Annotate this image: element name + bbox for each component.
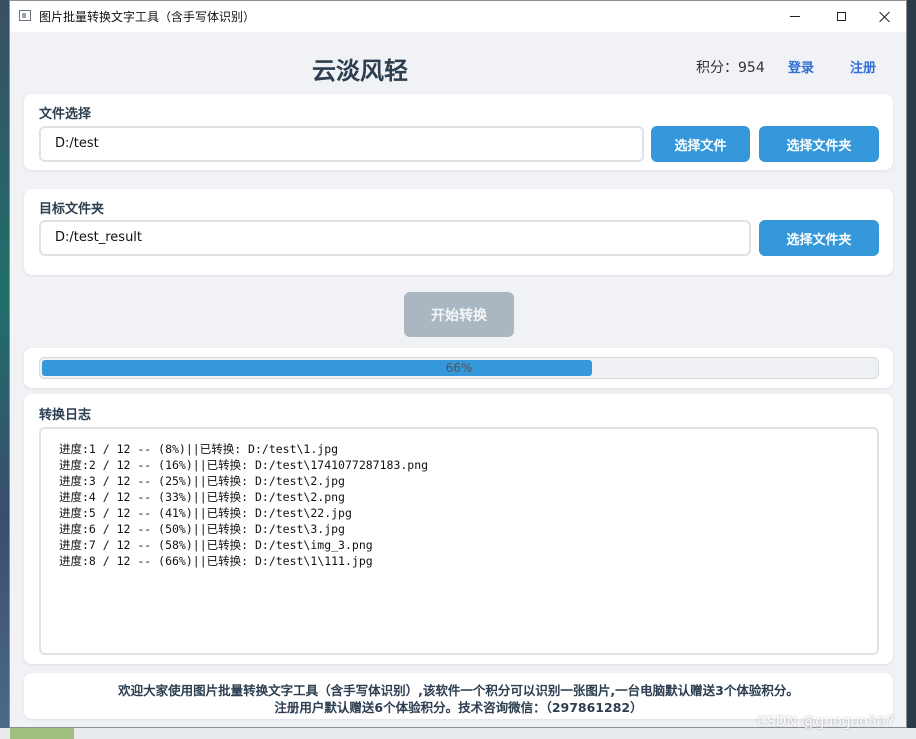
log-card: 转换日志 进度:1 / 12 -- (8%)||已转换: D:/test\1.j…	[24, 394, 893, 664]
register-button[interactable]: 注册	[850, 57, 876, 76]
maximize-icon	[836, 12, 846, 21]
close-icon	[879, 11, 891, 23]
file-select-card: 文件选择 D:/test 选择文件 选择文件夹	[24, 94, 893, 170]
login-button[interactable]: 登录	[788, 57, 814, 76]
log-line: 进度:4 / 12 -- (33%)||已转换: D:/test\2.png	[59, 490, 345, 504]
target-folder-card: 目标文件夹 D:/test_result 选择文件夹	[24, 189, 893, 275]
file-path-input[interactable]: D:/test	[39, 126, 644, 162]
progress-card: 66%	[24, 348, 893, 388]
maximize-button[interactable]	[818, 1, 864, 32]
progress-bar: 66%	[39, 357, 879, 379]
progress-text: 66%	[445, 361, 473, 375]
log-line: 进度:6 / 12 -- (50%)||已转换: D:/test\3.jpg	[59, 522, 345, 536]
log-label: 转换日志	[39, 408, 92, 423]
taskbar-segment	[10, 728, 74, 739]
target-folder-label: 目标文件夹	[39, 202, 105, 217]
target-path-input[interactable]: D:/test_result	[39, 220, 751, 256]
close-button[interactable]	[862, 1, 908, 32]
brand-title: 云淡风轻	[312, 57, 408, 85]
minimize-icon	[790, 16, 800, 17]
choose-file-button[interactable]: 选择文件	[651, 126, 750, 162]
app-icon	[19, 10, 31, 21]
log-line: 进度:1 / 12 -- (8%)||已转换: D:/test\1.jpg	[59, 442, 339, 456]
file-select-label: 文件选择	[39, 107, 92, 122]
log-textarea[interactable]: 进度:1 / 12 -- (8%)||已转换: D:/test\1.jpg 进度:…	[39, 427, 879, 655]
minimize-button[interactable]	[772, 1, 818, 32]
target-choose-folder-button[interactable]: 选择文件夹	[759, 220, 879, 256]
log-line: 进度:3 / 12 -- (25%)||已转换: D:/test\2.jpg	[59, 474, 345, 488]
log-line: 进度:7 / 12 -- (58%)||已转换: D:/test\img_3.p…	[59, 538, 373, 552]
start-convert-button[interactable]: 开始转换	[404, 292, 514, 337]
app-window: 图片批量转换文字工具（含手写体识别） 云淡风轻 积分：954 登录 注册 文件选…	[9, 0, 907, 728]
watermark: CSDN @guoguo507	[757, 714, 895, 730]
log-line: 进度:5 / 12 -- (41%)||已转换: D:/test\22.jpg	[59, 506, 352, 520]
window-title: 图片批量转换文字工具（含手写体识别）	[39, 10, 256, 24]
footer-card: 欢迎大家使用图片批量转换文字工具（含手写体识别）,该软件一个积分可以识别一张图片…	[24, 673, 893, 719]
choose-folder-button[interactable]: 选择文件夹	[759, 126, 879, 162]
title-bar[interactable]: 图片批量转换文字工具（含手写体识别）	[10, 1, 906, 32]
log-line: 进度:8 / 12 -- (66%)||已转换: D:/test\1\111.j…	[59, 554, 373, 568]
points-display: 积分：954	[696, 60, 765, 76]
log-line: 进度:2 / 12 -- (16%)||已转换: D:/test\1741077…	[59, 458, 429, 472]
